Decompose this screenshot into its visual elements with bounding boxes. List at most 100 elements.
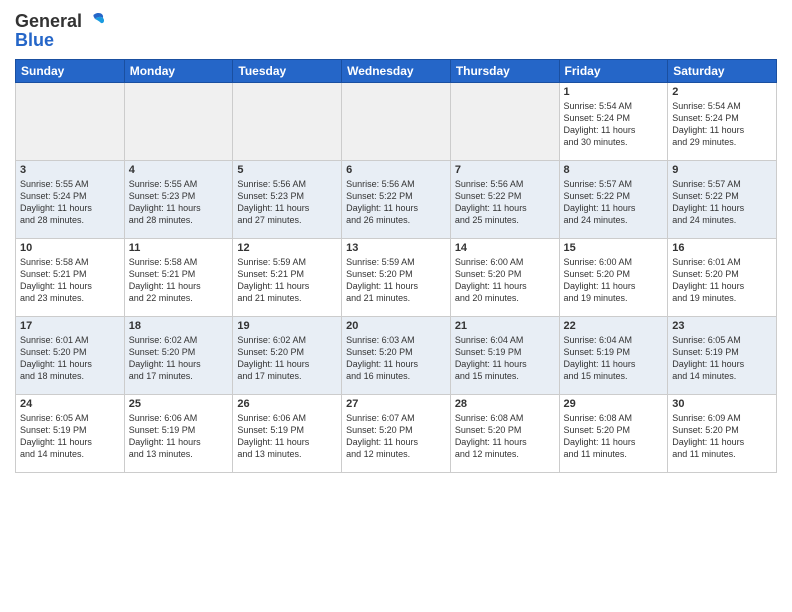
day-number: 14 bbox=[455, 242, 555, 254]
calendar-cell: 10 Sunrise: 5:58 AM Sunset: 5:21 PM Dayli… bbox=[16, 239, 125, 317]
day-number: 17 bbox=[20, 320, 120, 332]
weekday-header-wednesday: Wednesday bbox=[342, 60, 451, 83]
calendar-cell: 26 Sunrise: 6:06 AM Sunset: 5:19 PM Dayli… bbox=[233, 395, 342, 473]
calendar-cell: 19 Sunrise: 6:02 AM Sunset: 5:20 PM Dayli… bbox=[233, 317, 342, 395]
calendar-cell: 20Sunrise: 6:03 AM Sunset: 5:20 PM Dayli… bbox=[342, 317, 451, 395]
calendar-cell: 30Sunrise: 6:09 AM Sunset: 5:20 PM Dayli… bbox=[668, 395, 777, 473]
day-number: 9 bbox=[672, 164, 772, 176]
day-number: 27 bbox=[346, 398, 446, 410]
day-number: 29 bbox=[564, 398, 664, 410]
logo-general-text: General bbox=[15, 11, 82, 32]
day-info: Sunrise: 6:09 AM Sunset: 5:20 PM Dayligh… bbox=[672, 412, 772, 461]
day-info: Sunrise: 5:55 AM Sunset: 5:24 PM Dayligh… bbox=[20, 178, 120, 227]
day-number: 8 bbox=[564, 164, 664, 176]
calendar-cell: 25 Sunrise: 6:06 AM Sunset: 5:19 PM Dayli… bbox=[124, 395, 233, 473]
calendar-cell: 1 Sunrise: 5:54 AM Sunset: 5:24 PM Daylig… bbox=[559, 83, 668, 161]
weekday-header-tuesday: Tuesday bbox=[233, 60, 342, 83]
day-info: Sunrise: 5:56 AM Sunset: 5:23 PM Dayligh… bbox=[237, 178, 337, 227]
calendar-cell bbox=[124, 83, 233, 161]
week-row-2: 3 Sunrise: 5:55 AM Sunset: 5:24 PM Daylig… bbox=[16, 161, 777, 239]
day-number: 13 bbox=[346, 242, 446, 254]
day-number: 7 bbox=[455, 164, 555, 176]
calendar-cell: 21 Sunrise: 6:04 AM Sunset: 5:19 PM Dayli… bbox=[450, 317, 559, 395]
day-number: 23 bbox=[672, 320, 772, 332]
weekday-header-monday: Monday bbox=[124, 60, 233, 83]
day-number: 24 bbox=[20, 398, 120, 410]
calendar-cell: 13 Sunrise: 5:59 AM Sunset: 5:20 PM Dayli… bbox=[342, 239, 451, 317]
day-info: Sunrise: 5:55 AM Sunset: 5:23 PM Dayligh… bbox=[129, 178, 229, 227]
logo-bird-icon bbox=[84, 10, 106, 32]
calendar-cell: 17 Sunrise: 6:01 AM Sunset: 5:20 PM Dayli… bbox=[16, 317, 125, 395]
day-number: 20 bbox=[346, 320, 446, 332]
calendar-cell: 22 Sunrise: 6:04 AM Sunset: 5:19 PM Dayli… bbox=[559, 317, 668, 395]
calendar-cell: 2 Sunrise: 5:54 AM Sunset: 5:24 PM Daylig… bbox=[668, 83, 777, 161]
weekday-header-thursday: Thursday bbox=[450, 60, 559, 83]
calendar-cell: 24 Sunrise: 6:05 AM Sunset: 5:19 PM Dayli… bbox=[16, 395, 125, 473]
calendar-cell: 7 Sunrise: 5:56 AM Sunset: 5:22 PM Daylig… bbox=[450, 161, 559, 239]
day-number: 4 bbox=[129, 164, 229, 176]
day-info: Sunrise: 6:06 AM Sunset: 5:19 PM Dayligh… bbox=[237, 412, 337, 461]
day-number: 16 bbox=[672, 242, 772, 254]
calendar-cell: 16 Sunrise: 6:01 AM Sunset: 5:20 PM Dayli… bbox=[668, 239, 777, 317]
week-row-3: 10 Sunrise: 5:58 AM Sunset: 5:21 PM Dayli… bbox=[16, 239, 777, 317]
day-info: Sunrise: 5:58 AM Sunset: 5:21 PM Dayligh… bbox=[129, 256, 229, 305]
calendar-cell bbox=[450, 83, 559, 161]
day-info: Sunrise: 6:04 AM Sunset: 5:19 PM Dayligh… bbox=[455, 334, 555, 383]
day-number: 19 bbox=[237, 320, 337, 332]
calendar-cell: 27Sunrise: 6:07 AM Sunset: 5:20 PM Dayli… bbox=[342, 395, 451, 473]
day-number: 18 bbox=[129, 320, 229, 332]
day-info: Sunrise: 5:54 AM Sunset: 5:24 PM Dayligh… bbox=[564, 100, 664, 149]
calendar-cell: 8 Sunrise: 5:57 AM Sunset: 5:22 PM Daylig… bbox=[559, 161, 668, 239]
day-info: Sunrise: 5:57 AM Sunset: 5:22 PM Dayligh… bbox=[564, 178, 664, 227]
weekday-header-sunday: Sunday bbox=[16, 60, 125, 83]
calendar-cell: 18 Sunrise: 6:02 AM Sunset: 5:20 PM Dayli… bbox=[124, 317, 233, 395]
weekday-header-row: SundayMondayTuesdayWednesdayThursdayFrid… bbox=[16, 60, 777, 83]
weekday-header-friday: Friday bbox=[559, 60, 668, 83]
day-number: 26 bbox=[237, 398, 337, 410]
week-row-4: 17 Sunrise: 6:01 AM Sunset: 5:20 PM Dayli… bbox=[16, 317, 777, 395]
day-info: Sunrise: 5:56 AM Sunset: 5:22 PM Dayligh… bbox=[455, 178, 555, 227]
logo: General Blue bbox=[15, 10, 106, 51]
calendar-table: SundayMondayTuesdayWednesdayThursdayFrid… bbox=[15, 59, 777, 473]
calendar-cell: 14 Sunrise: 6:00 AM Sunset: 5:20 PM Dayli… bbox=[450, 239, 559, 317]
calendar-cell: 6Sunrise: 5:56 AM Sunset: 5:22 PM Daylig… bbox=[342, 161, 451, 239]
day-info: Sunrise: 6:02 AM Sunset: 5:20 PM Dayligh… bbox=[237, 334, 337, 383]
day-number: 11 bbox=[129, 242, 229, 254]
day-info: Sunrise: 6:06 AM Sunset: 5:19 PM Dayligh… bbox=[129, 412, 229, 461]
day-number: 21 bbox=[455, 320, 555, 332]
calendar-cell: 4 Sunrise: 5:55 AM Sunset: 5:23 PM Daylig… bbox=[124, 161, 233, 239]
day-number: 3 bbox=[20, 164, 120, 176]
calendar-cell: 28Sunrise: 6:08 AM Sunset: 5:20 PM Dayli… bbox=[450, 395, 559, 473]
day-info: Sunrise: 6:01 AM Sunset: 5:20 PM Dayligh… bbox=[20, 334, 120, 383]
day-info: Sunrise: 6:01 AM Sunset: 5:20 PM Dayligh… bbox=[672, 256, 772, 305]
calendar-cell: 5 Sunrise: 5:56 AM Sunset: 5:23 PM Daylig… bbox=[233, 161, 342, 239]
calendar-cell: 3 Sunrise: 5:55 AM Sunset: 5:24 PM Daylig… bbox=[16, 161, 125, 239]
day-info: Sunrise: 6:00 AM Sunset: 5:20 PM Dayligh… bbox=[564, 256, 664, 305]
day-number: 15 bbox=[564, 242, 664, 254]
calendar-cell: 23 Sunrise: 6:05 AM Sunset: 5:19 PM Dayli… bbox=[668, 317, 777, 395]
weekday-header-saturday: Saturday bbox=[668, 60, 777, 83]
calendar-cell: 15 Sunrise: 6:00 AM Sunset: 5:20 PM Dayli… bbox=[559, 239, 668, 317]
day-info: Sunrise: 5:54 AM Sunset: 5:24 PM Dayligh… bbox=[672, 100, 772, 149]
calendar-cell: 9Sunrise: 5:57 AM Sunset: 5:22 PM Daylig… bbox=[668, 161, 777, 239]
day-info: Sunrise: 6:08 AM Sunset: 5:20 PM Dayligh… bbox=[564, 412, 664, 461]
day-info: Sunrise: 6:04 AM Sunset: 5:19 PM Dayligh… bbox=[564, 334, 664, 383]
day-info: Sunrise: 6:05 AM Sunset: 5:19 PM Dayligh… bbox=[672, 334, 772, 383]
day-info: Sunrise: 5:58 AM Sunset: 5:21 PM Dayligh… bbox=[20, 256, 120, 305]
day-number: 2 bbox=[672, 86, 772, 98]
day-number: 22 bbox=[564, 320, 664, 332]
day-info: Sunrise: 6:00 AM Sunset: 5:20 PM Dayligh… bbox=[455, 256, 555, 305]
calendar-cell: 12Sunrise: 5:59 AM Sunset: 5:21 PM Dayli… bbox=[233, 239, 342, 317]
day-number: 5 bbox=[237, 164, 337, 176]
calendar-cell: 29 Sunrise: 6:08 AM Sunset: 5:20 PM Dayli… bbox=[559, 395, 668, 473]
day-number: 10 bbox=[20, 242, 120, 254]
day-number: 25 bbox=[129, 398, 229, 410]
day-info: Sunrise: 6:05 AM Sunset: 5:19 PM Dayligh… bbox=[20, 412, 120, 461]
day-info: Sunrise: 6:02 AM Sunset: 5:20 PM Dayligh… bbox=[129, 334, 229, 383]
day-number: 1 bbox=[564, 86, 664, 98]
day-number: 6 bbox=[346, 164, 446, 176]
logo-blue-text: Blue bbox=[15, 30, 54, 51]
day-info: Sunrise: 5:59 AM Sunset: 5:21 PM Dayligh… bbox=[237, 256, 337, 305]
page-header: General Blue bbox=[15, 10, 777, 51]
day-info: Sunrise: 5:59 AM Sunset: 5:20 PM Dayligh… bbox=[346, 256, 446, 305]
